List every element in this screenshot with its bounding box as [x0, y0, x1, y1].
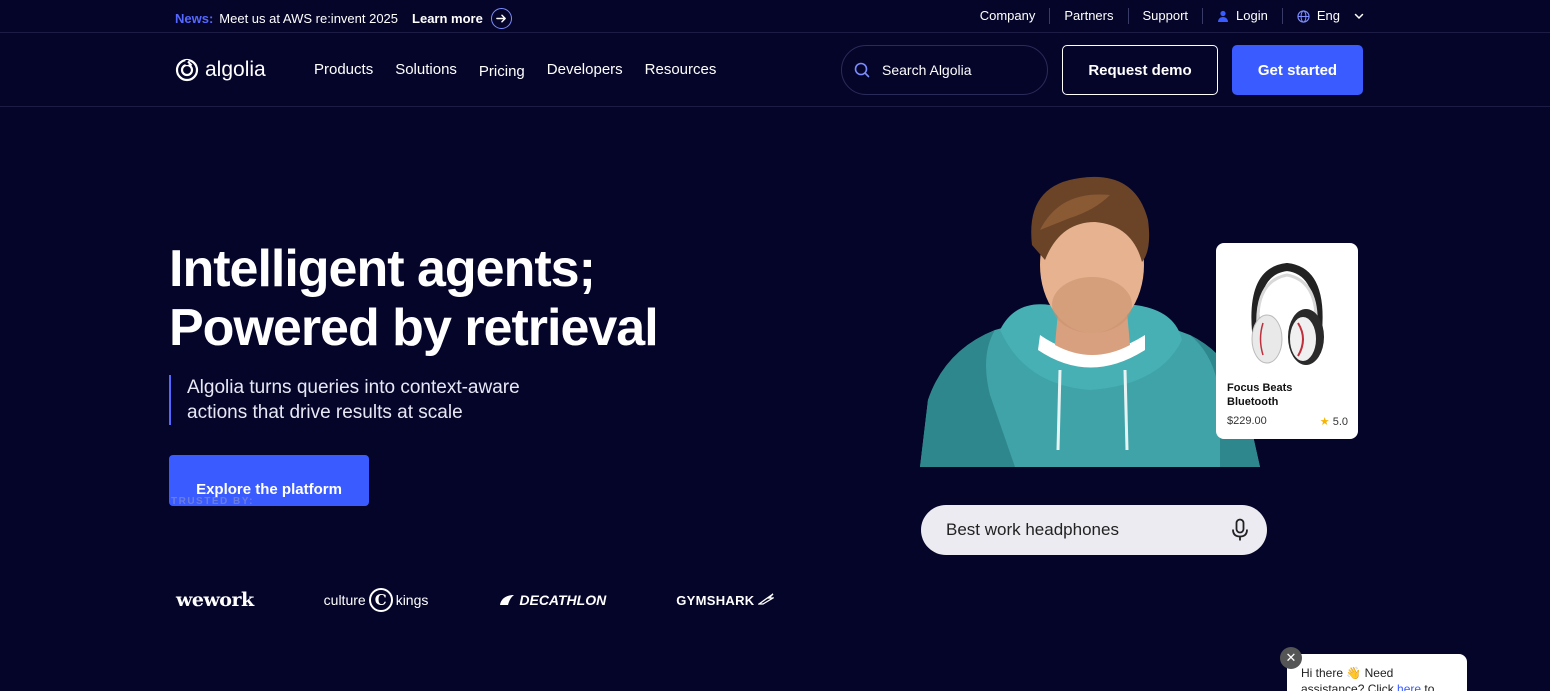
chat-line2: assistance? Click here to	[1301, 681, 1453, 691]
language-selector[interactable]: Eng	[1283, 8, 1364, 24]
news-label: News:	[175, 11, 214, 26]
culture-kings-logo: culture C kings	[323, 588, 429, 612]
rating-value: 5.0	[1332, 416, 1348, 428]
chat-line2-end: to	[1421, 682, 1435, 691]
partners-link[interactable]: Partners	[1050, 8, 1129, 24]
support-link[interactable]: Support	[1129, 8, 1204, 24]
product-card[interactable]: Focus Beats Bluetooth $229.00 ★ 5.0	[1216, 243, 1358, 439]
kings-logo-text: kings	[395, 592, 429, 608]
menu-item-products[interactable]: Products	[314, 61, 373, 80]
search-input[interactable]	[882, 62, 1032, 78]
news-text[interactable]: Meet us at AWS re:invent 2025	[219, 11, 398, 26]
globe-icon	[1297, 9, 1310, 23]
decathlon-logo: DECATHLON	[498, 592, 606, 608]
announcement-bar: News: Meet us at AWS re:invent 2025 Lear…	[0, 0, 1550, 33]
trusted-by-label: TRUSTED BY:	[171, 496, 254, 507]
hero-title-line2: Powered by retrieval	[169, 299, 659, 357]
menu-item-solutions[interactable]: Solutions	[395, 61, 457, 80]
algolia-logo[interactable]: algolia	[175, 58, 266, 82]
arrow-right-icon[interactable]	[490, 8, 512, 29]
hero-title-line1: Intelligent agents;	[169, 240, 596, 298]
product-rating: ★ 5.0	[1320, 415, 1348, 428]
chat-here-link[interactable]: here	[1397, 682, 1421, 691]
culture-logo-text: culture	[323, 592, 366, 608]
support-link-label: Support	[1142, 8, 1189, 23]
star-icon: ★	[1319, 416, 1330, 428]
voice-search-bar[interactable]	[921, 505, 1267, 555]
company-link[interactable]: Company	[966, 8, 1051, 24]
login-link[interactable]: Login	[1203, 8, 1283, 24]
microphone-icon[interactable]	[1231, 518, 1249, 542]
customer-logos: wework culture C kings DECATHLON GYMSHAR…	[176, 588, 844, 612]
gymshark-logo-text: GYMSHARK	[676, 592, 755, 608]
user-icon	[1218, 10, 1229, 22]
request-demo-button[interactable]: Request demo	[1062, 45, 1218, 95]
chat-close-icon[interactable]: ✕	[1280, 647, 1302, 669]
voice-search-input[interactable]	[946, 520, 1216, 540]
product-name: Focus Beats Bluetooth	[1227, 382, 1293, 408]
chat-line1: Hi there 👋 Need	[1301, 666, 1394, 680]
primary-menu: Products Solutions Pricing Developers Re…	[314, 61, 738, 80]
person-with-headphones-image	[920, 176, 1260, 467]
menu-item-developers[interactable]: Developers	[547, 61, 623, 80]
headphones-image	[1251, 262, 1324, 365]
decathlon-logo-text: DECATHLON	[519, 592, 607, 608]
product-price: $229.00	[1227, 415, 1267, 427]
menu-item-pricing[interactable]: Pricing	[479, 63, 525, 80]
hero-title: Intelligent agents; Powered by retrieval	[169, 240, 659, 358]
chat-line2-start: assistance? Click	[1301, 682, 1398, 691]
main-nav: algolia Products Solutions Pricing Devel…	[0, 34, 1550, 107]
partners-link-label: Partners	[1064, 8, 1114, 23]
search-icon	[854, 62, 870, 78]
get-started-button[interactable]: Get started	[1232, 45, 1363, 95]
crown-c-icon: C	[368, 588, 393, 612]
gymshark-logo: GYMSHARK	[676, 592, 776, 608]
news-banner[interactable]: News: Meet us at AWS re:invent 2025 Lear…	[175, 8, 512, 29]
learn-more-link[interactable]: Learn more	[412, 11, 483, 26]
hero-subtitle: Algolia turns queries into context-aware…	[169, 375, 549, 425]
algolia-mark-icon	[175, 58, 199, 82]
company-link-label: Company	[979, 8, 1036, 23]
chat-widget-bubble[interactable]: Hi there 👋 Need assistance? Click here t…	[1287, 654, 1467, 691]
wework-logo: wework	[176, 589, 254, 611]
chevron-down-icon	[1354, 13, 1364, 20]
search-box[interactable]	[841, 45, 1048, 95]
menu-item-resources[interactable]: Resources	[645, 61, 717, 80]
logo-wordmark: algolia	[205, 58, 266, 81]
gymshark-fin-icon	[757, 592, 776, 605]
language-label: Eng	[1316, 8, 1340, 23]
utility-links: Company Partners Support Login Eng	[966, 8, 1364, 24]
login-link-label: Login	[1236, 8, 1268, 23]
decathlon-swoosh-icon	[500, 595, 515, 605]
